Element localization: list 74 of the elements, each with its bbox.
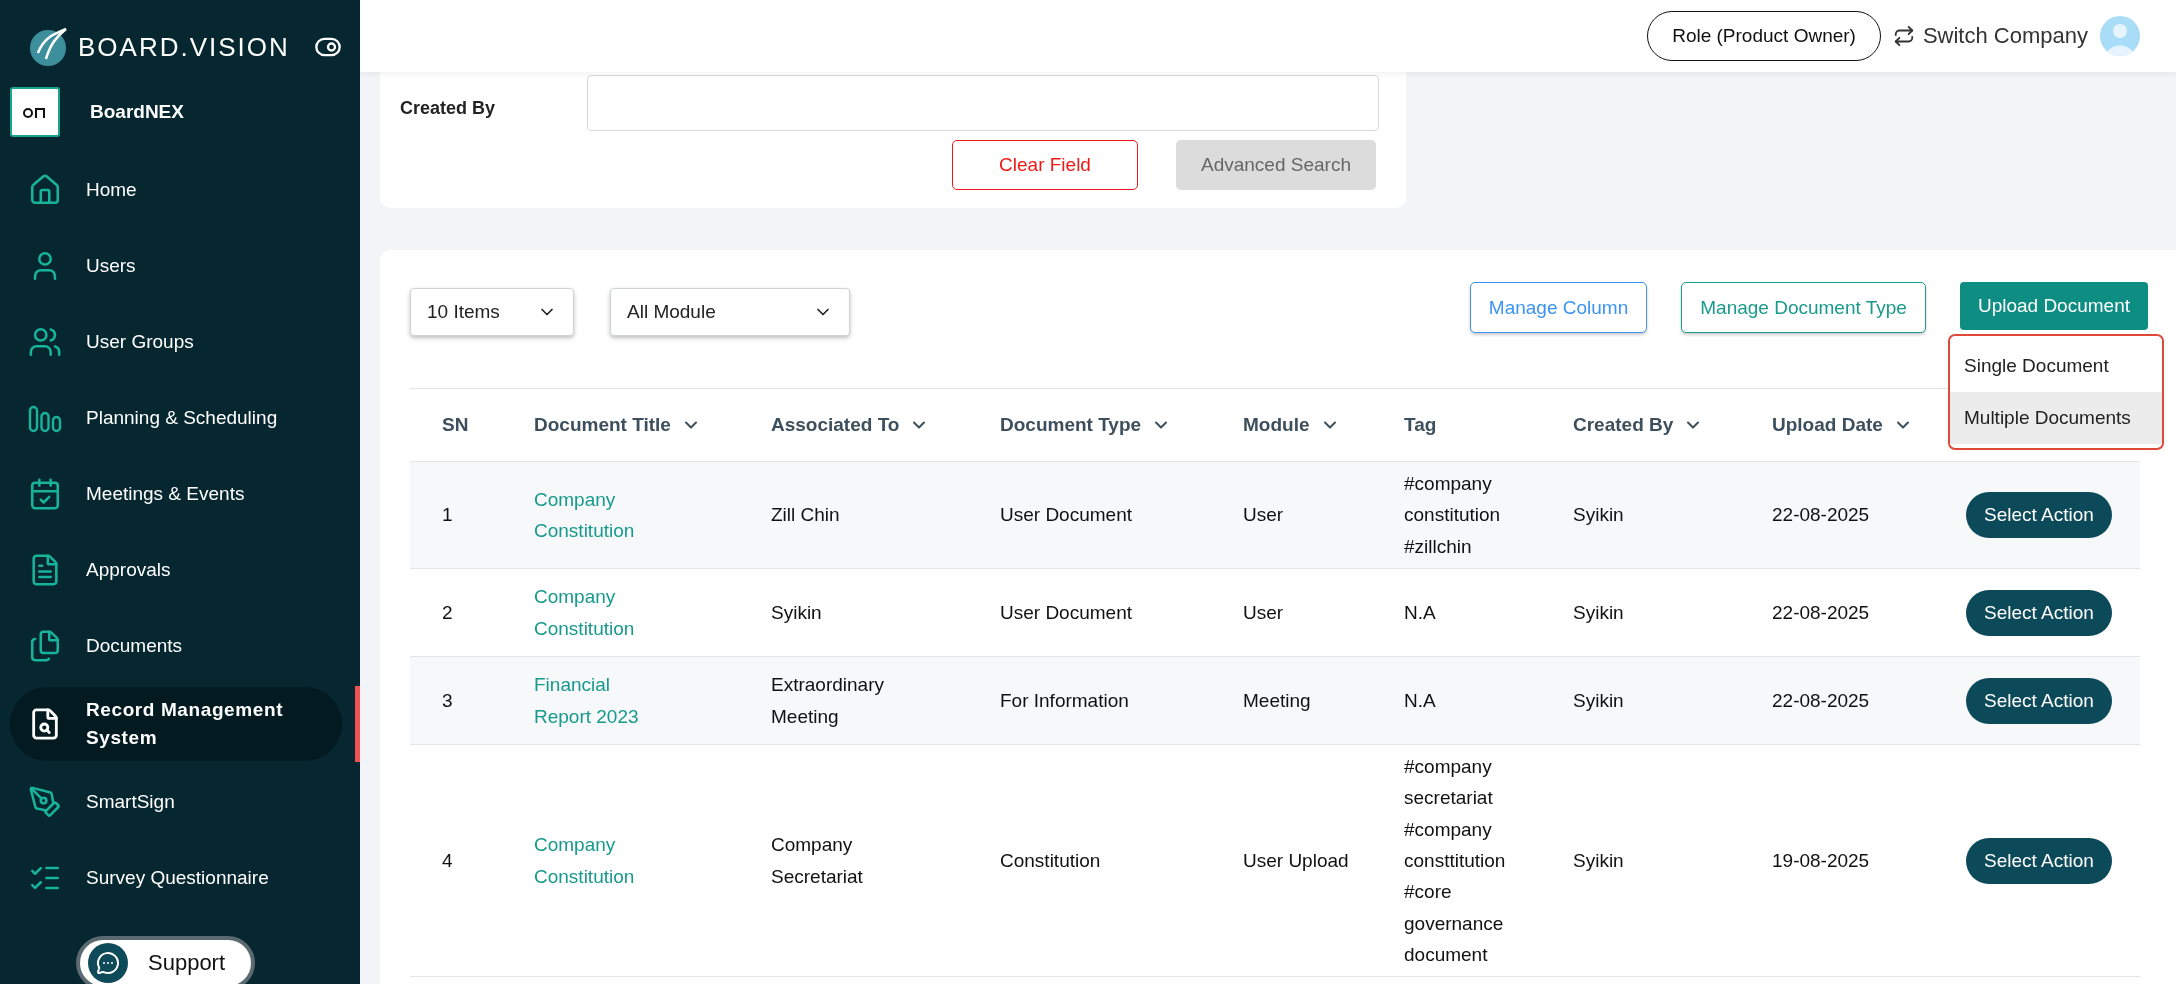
column-header[interactable]: Upload Date — [1772, 414, 1883, 436]
table-cell-text: #company constitution #zillchin — [1404, 472, 1502, 559]
clear-field-button[interactable]: Clear Field — [952, 140, 1138, 190]
table-cell-text: For Information — [1000, 688, 1129, 713]
pen-icon — [28, 785, 62, 819]
table-cell-text: 19-08-2025 — [1772, 849, 1870, 874]
column-header[interactable]: Document Type — [1000, 414, 1142, 436]
table-cell-text: Syikin — [1573, 688, 1624, 713]
table-cell-text: 22-08-2025 — [1772, 688, 1870, 713]
column-header[interactable]: Associated To — [771, 414, 900, 436]
nav-item[interactable]: Record Management System — [10, 687, 342, 761]
module-select[interactable]: All Module — [610, 288, 850, 336]
column-header[interactable]: Module — [1243, 414, 1310, 436]
field-label: Created By — [400, 96, 497, 119]
table-cell-text: 4 — [442, 849, 453, 874]
home-icon — [28, 173, 62, 207]
select-action-button[interactable]: Select Action — [1966, 677, 2112, 724]
support-button[interactable]: Support — [76, 936, 256, 984]
page-size-select[interactable]: 10 Items — [410, 288, 574, 336]
nav-item[interactable]: Approvals — [10, 532, 342, 608]
nav-item[interactable]: Planning & Scheduling — [10, 380, 342, 456]
table-cell-text: Syikin — [1573, 600, 1624, 625]
table-cell-text: Zill Chin — [771, 503, 840, 528]
table-cell-text: Syikin — [1573, 849, 1624, 874]
nav-item[interactable]: User Groups — [10, 304, 342, 380]
table-cell-text: Syikin — [771, 600, 822, 625]
column-header: Tag — [1404, 414, 1437, 436]
bar-chart-icon — [28, 403, 62, 433]
table-cell-text: 1 — [442, 503, 453, 528]
select-action-button[interactable]: Select Action — [1966, 837, 2112, 884]
table-cell-text: User — [1243, 600, 1284, 625]
table-cell-text: User Upload — [1243, 849, 1349, 874]
input-field[interactable] — [587, 75, 1379, 131]
document-link[interactable]: Company Constitution — [534, 581, 664, 644]
menu-item[interactable]: Multiple Documents — [1950, 392, 2162, 444]
company-name: BoardNEX — [90, 101, 184, 123]
select-action-button[interactable]: Select Action — [1966, 589, 2112, 636]
nav-item[interactable]: SmartSign — [10, 764, 342, 840]
table-cell-text: 22-08-2025 — [1772, 503, 1870, 528]
table-cell-text: 2 — [442, 600, 453, 625]
nav-item[interactable]: Documents — [10, 608, 342, 684]
table-cell-text: Syikin — [1573, 503, 1624, 528]
role-button[interactable]: Role (Product Owner) — [1647, 11, 1881, 61]
table-cell-text: Constitution — [1000, 849, 1101, 874]
switch-company-button[interactable]: Switch Company — [1892, 23, 2088, 49]
upload-document-button[interactable]: Upload Document — [1959, 282, 2148, 330]
select-action-button[interactable]: Select Action — [1966, 492, 2112, 538]
table-cell-text: User Document — [1000, 600, 1132, 625]
document-link[interactable]: Company Constitution — [534, 829, 664, 893]
table-cell-text: 3 — [442, 688, 453, 713]
manage-document-type-button[interactable]: Manage Document Type — [1681, 282, 1926, 333]
brand-name: BOARD.VISION — [78, 31, 290, 63]
company-logo-icon — [22, 105, 48, 119]
table-cell-text: Extraordinary Meeting — [771, 673, 885, 729]
table-cell-text: User — [1243, 503, 1284, 528]
chat-icon — [88, 943, 128, 983]
table-cell-text: 22-08-2025 — [1772, 600, 1870, 625]
table-cell-text: #company secretariat #company consttitution #core governance document — [1404, 755, 1507, 968]
nav-item[interactable]: Survey Questionnaire — [10, 840, 342, 916]
table-cell-text: Meeting — [1243, 688, 1311, 713]
nav-item[interactable]: Meetings & Events — [10, 456, 342, 532]
nav-item[interactable]: Home — [10, 152, 342, 228]
table-cell-text: N.A — [1404, 688, 1436, 713]
nav-item[interactable]: Users — [10, 228, 342, 304]
column-header: SN — [442, 414, 469, 436]
documents-icon — [28, 629, 62, 663]
users-icon — [28, 325, 62, 359]
switch-icon — [1892, 25, 1915, 47]
table-cell-text: Company Secretariat — [771, 833, 864, 889]
column-header[interactable]: Document Title — [534, 414, 671, 436]
calendar-icon — [28, 477, 62, 511]
column-header[interactable]: Created By — [1573, 414, 1674, 436]
table-cell-text: User Document — [1000, 503, 1132, 528]
table-cell-text: N.A — [1404, 600, 1436, 625]
